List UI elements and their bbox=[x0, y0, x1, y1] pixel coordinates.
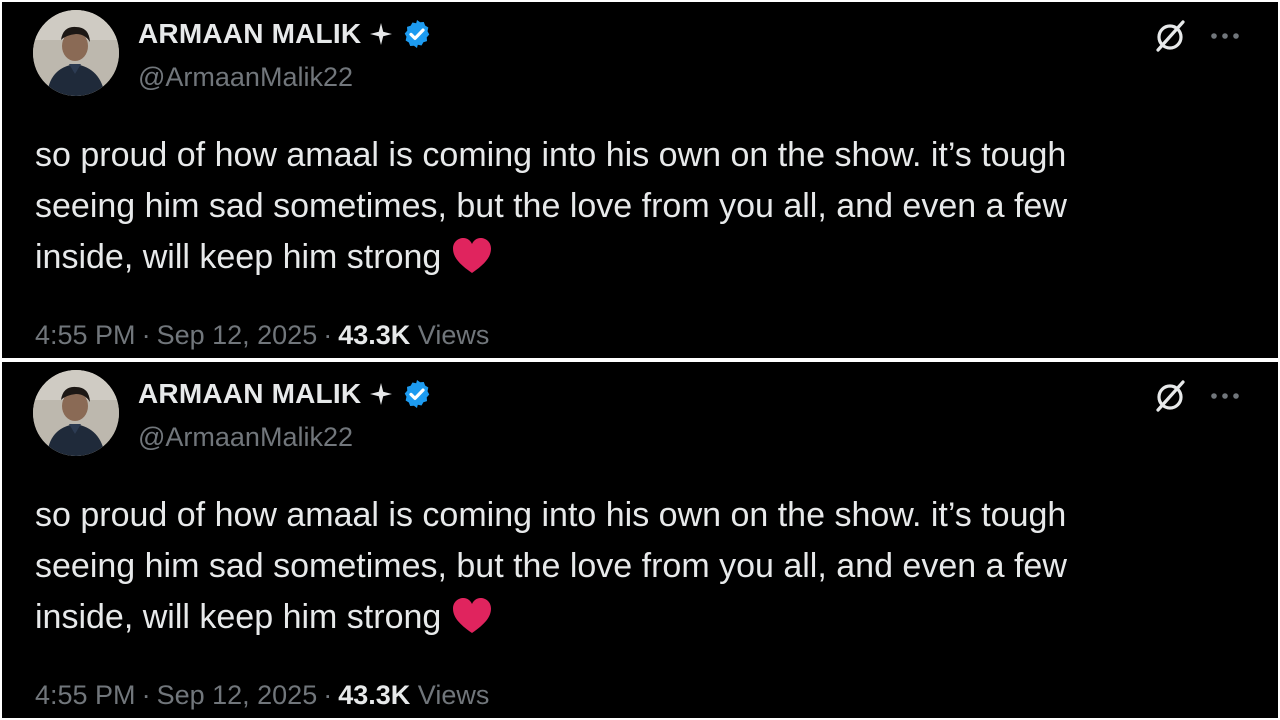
author-row: ARMAAN MALIK bbox=[138, 16, 433, 52]
tweet-time[interactable]: 4:55 PM bbox=[35, 320, 136, 350]
tweet-text: so proud of how amaal is coming into his… bbox=[35, 490, 1235, 643]
grok-icon[interactable] bbox=[1150, 16, 1190, 56]
views-count[interactable]: 43.3K bbox=[338, 320, 410, 350]
tweet-card[interactable]: ARMAAN MALIK @ArmaanMalik22 so proud of … bbox=[2, 2, 1278, 358]
views-label: Views bbox=[417, 680, 490, 710]
tweet-text-line: so proud of how amaal is coming into his… bbox=[35, 136, 1067, 174]
author-row: ARMAAN MALIK bbox=[138, 376, 433, 412]
more-options-icon[interactable] bbox=[1207, 382, 1243, 410]
screenshot-collage: ARMAAN MALIK @ArmaanMalik22 so proud of … bbox=[0, 0, 1280, 720]
tweet-text-line: so proud of how amaal is coming into his… bbox=[35, 496, 1067, 534]
tweet-text: so proud of how amaal is coming into his… bbox=[35, 130, 1235, 283]
tweet-date[interactable]: Sep 12, 2025 bbox=[157, 680, 318, 710]
verified-icon[interactable] bbox=[401, 18, 433, 50]
verified-icon[interactable] bbox=[401, 378, 433, 410]
red-heart-icon bbox=[453, 598, 492, 633]
display-name[interactable]: ARMAAN MALIK bbox=[138, 18, 361, 50]
separator: · bbox=[323, 680, 333, 710]
sparkle-icon bbox=[370, 383, 393, 405]
tweet-text-line: inside, will keep him strong bbox=[35, 238, 442, 276]
separator: · bbox=[141, 680, 151, 710]
tweet-meta: 4:55 PM · Sep 12, 2025 · 43.3K Views bbox=[35, 320, 489, 351]
tweet-card[interactable]: ARMAAN MALIK @ArmaanMalik22 so proud of … bbox=[2, 362, 1278, 718]
tweet-text-line: inside, will keep him strong bbox=[35, 598, 442, 636]
tweet-date[interactable]: Sep 12, 2025 bbox=[157, 320, 318, 350]
tweet-text-line: seeing him sad sometimes, but the love f… bbox=[35, 187, 1067, 225]
grok-icon[interactable] bbox=[1150, 376, 1190, 416]
red-heart-icon bbox=[453, 238, 492, 273]
avatar[interactable] bbox=[33, 370, 119, 456]
views-count[interactable]: 43.3K bbox=[338, 680, 410, 710]
tweet-meta: 4:55 PM · Sep 12, 2025 · 43.3K Views bbox=[35, 680, 489, 711]
avatar[interactable] bbox=[33, 10, 119, 96]
sparkle-icon bbox=[370, 23, 393, 45]
tweet-time[interactable]: 4:55 PM bbox=[35, 680, 136, 710]
views-label: Views bbox=[417, 320, 490, 350]
separator: · bbox=[323, 320, 333, 350]
display-name[interactable]: ARMAAN MALIK bbox=[138, 378, 361, 410]
more-options-icon[interactable] bbox=[1207, 22, 1243, 50]
handle[interactable]: @ArmaanMalik22 bbox=[138, 422, 353, 453]
separator: · bbox=[141, 320, 151, 350]
tweet-text-line: seeing him sad sometimes, but the love f… bbox=[35, 547, 1067, 585]
handle[interactable]: @ArmaanMalik22 bbox=[138, 62, 353, 93]
